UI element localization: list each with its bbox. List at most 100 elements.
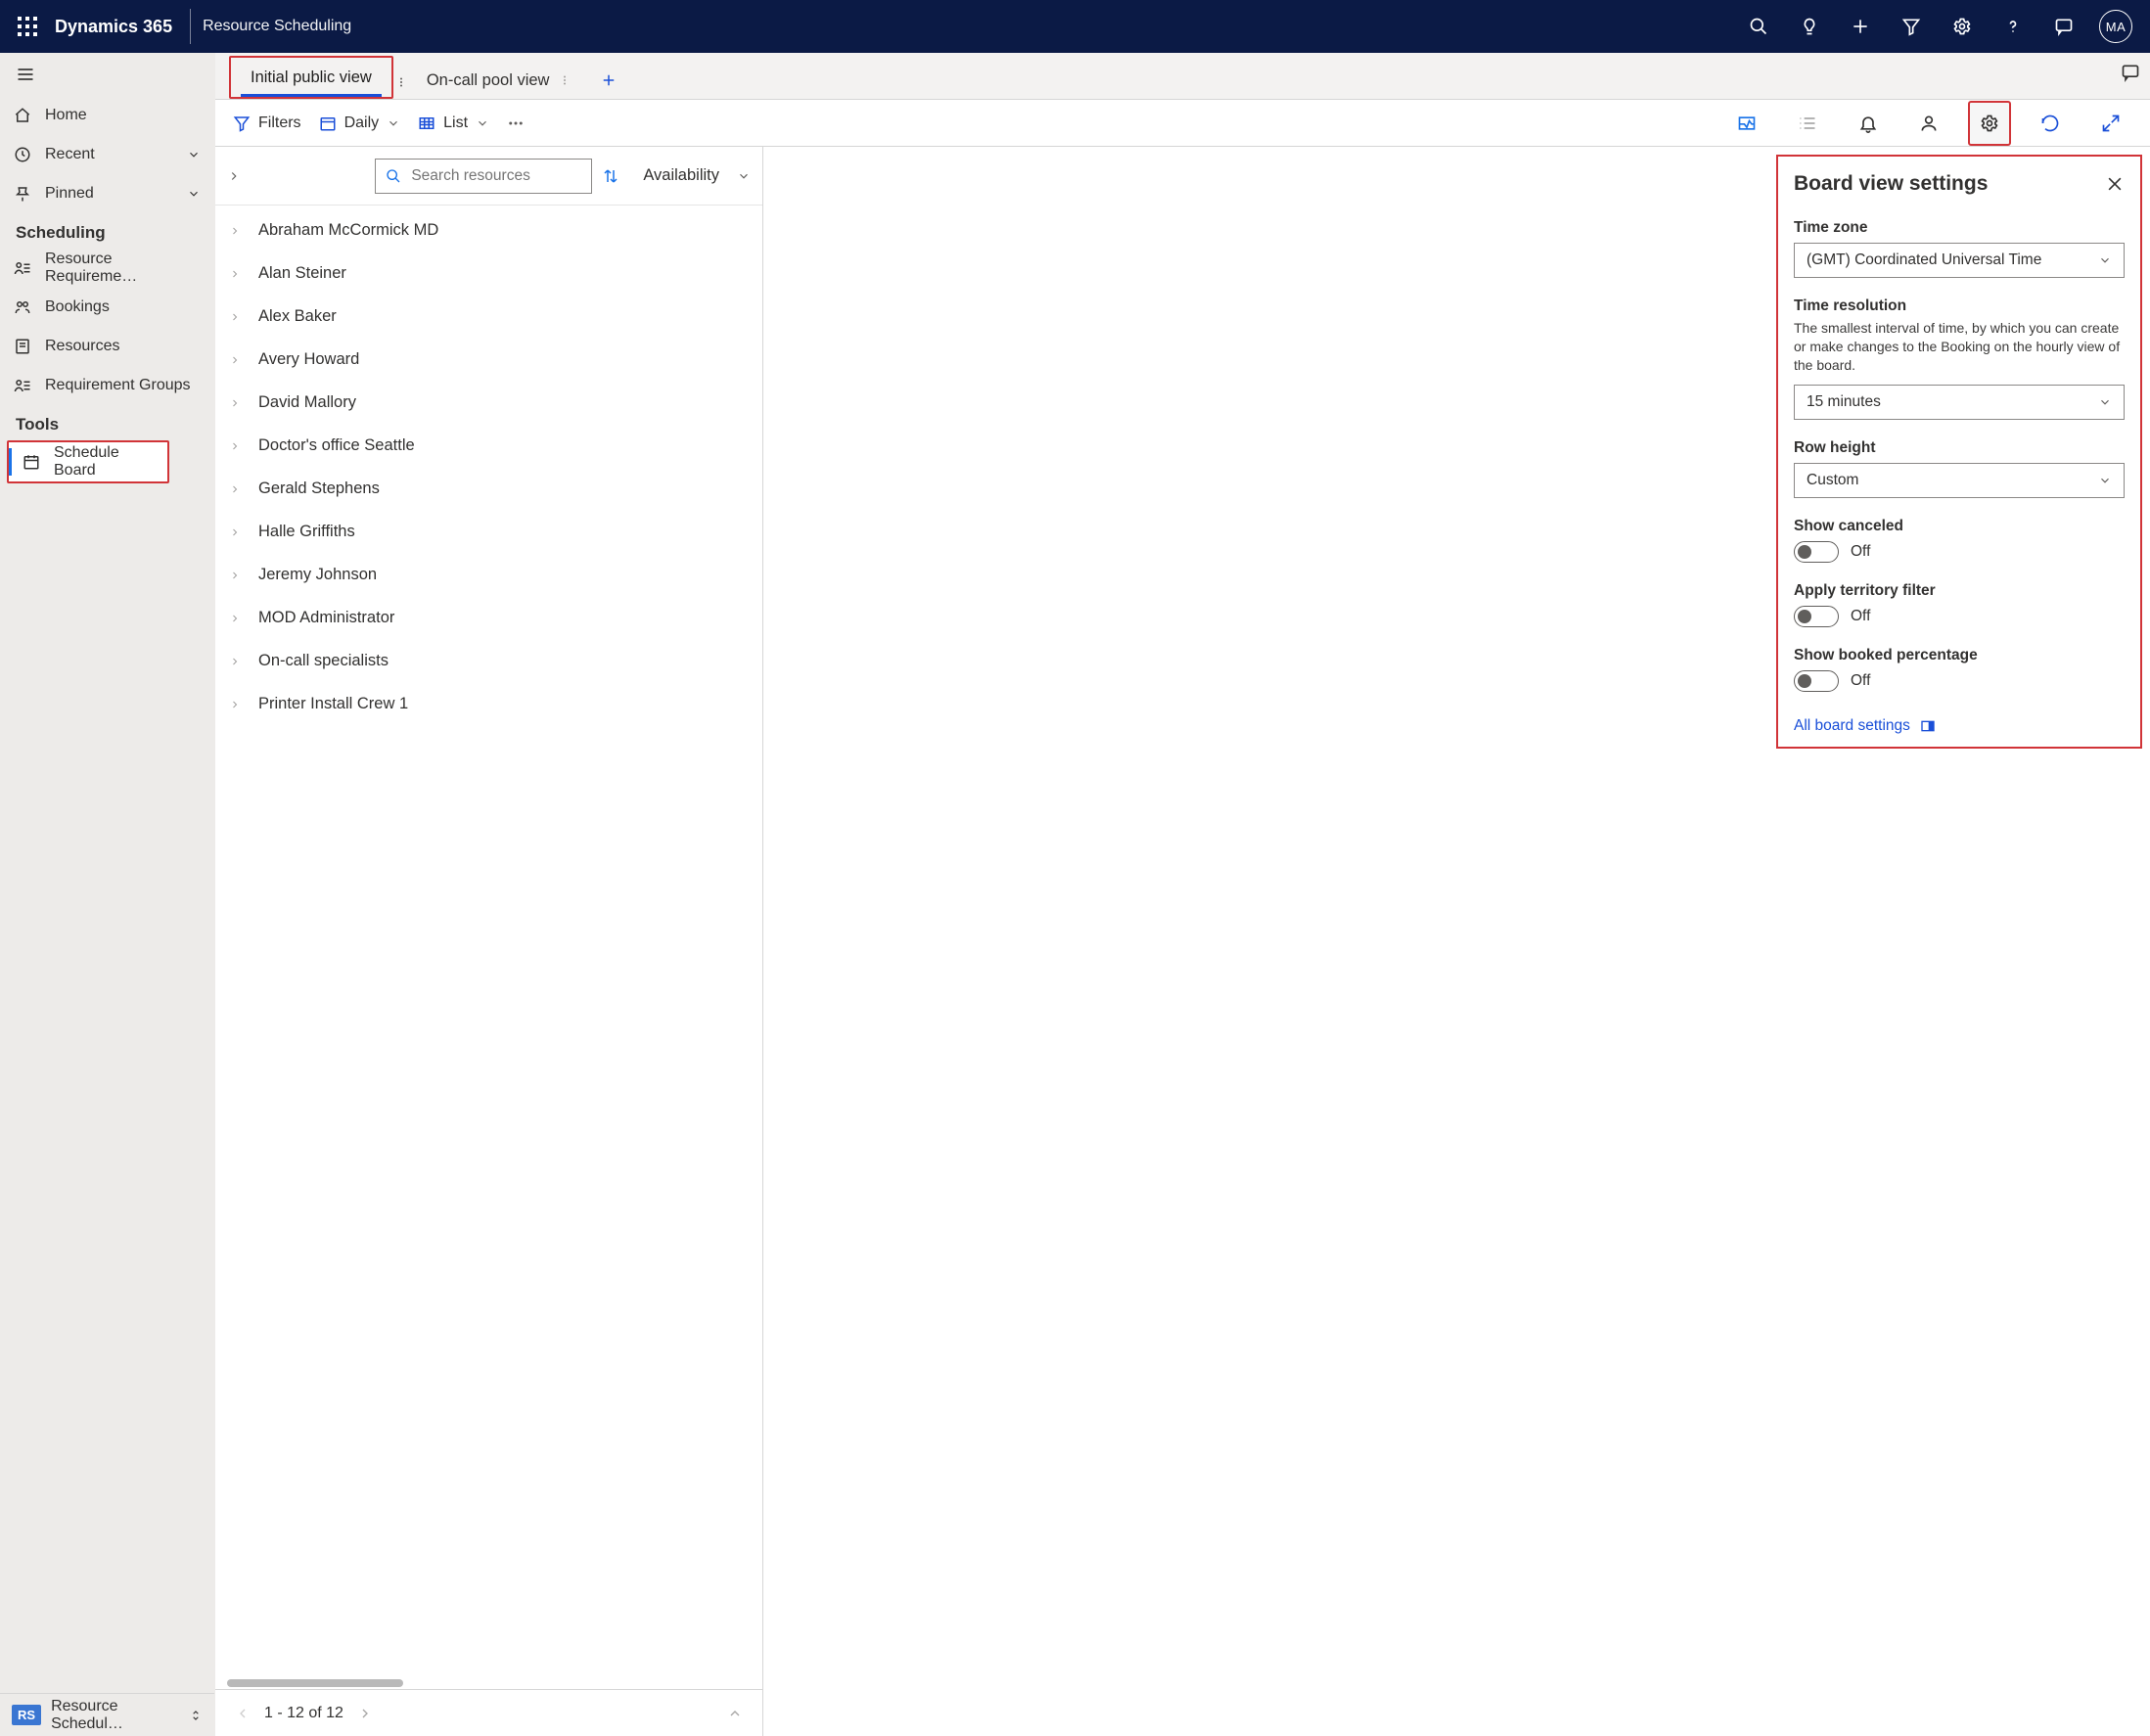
sort-dropdown[interactable]: Availability [643, 166, 751, 185]
search-resources-input[interactable] [375, 159, 592, 194]
resource-row[interactable]: Doctor's office Seattle [215, 425, 762, 468]
sidebar-footer[interactable]: RS Resource Schedul… [0, 1693, 214, 1736]
show-canceled-label: Show canceled [1794, 518, 2125, 535]
hscrollbar[interactable] [215, 1677, 762, 1689]
brand-name[interactable]: Dynamics 365 [55, 17, 172, 37]
collapse-footer-button[interactable] [719, 1698, 751, 1729]
chevron-right-icon [229, 656, 241, 667]
add-tab-button[interactable] [590, 62, 627, 99]
sidebar-item-recent[interactable]: Recent [0, 135, 214, 174]
alerts-button[interactable] [1847, 101, 1890, 146]
timezone-select[interactable]: (GMT) Coordinated Universal Time [1794, 243, 2125, 278]
user-avatar[interactable]: MA [2099, 10, 2132, 43]
content-area: Initial public view On-call pool view Fi… [215, 53, 2150, 1736]
lightbulb-button[interactable] [1784, 0, 1835, 53]
gear-icon [1980, 114, 1999, 133]
resource-name: On-call specialists [258, 652, 389, 670]
people-button[interactable] [1907, 101, 1950, 146]
booked-percentage-field: Show booked percentage Off [1794, 647, 2125, 692]
chevron-down-icon [737, 169, 751, 183]
resource-row[interactable]: Gerald Stephens [215, 468, 762, 511]
calendar-board-icon [23, 453, 40, 471]
sort-label: Availability [643, 166, 719, 185]
chevron-right-icon [229, 570, 241, 581]
hamburger-icon [16, 65, 35, 84]
chat-icon [2054, 17, 2074, 36]
map-view-button[interactable] [1725, 101, 1768, 146]
tab-menu-icon[interactable] [559, 73, 571, 87]
resource-row[interactable]: Jeremy Johnson [215, 554, 762, 597]
tab-on-call-pool-view[interactable]: On-call pool view [413, 62, 585, 99]
help-button[interactable] [1988, 0, 2038, 53]
board-settings-button[interactable] [1968, 101, 2011, 146]
module-name[interactable]: Resource Scheduling [203, 18, 351, 35]
app-launcher-button[interactable] [0, 0, 55, 53]
resource-row[interactable]: Halle Griffiths [215, 511, 762, 554]
show-canceled-field: Show canceled Off [1794, 518, 2125, 563]
more-button[interactable] [507, 114, 525, 132]
resource-row[interactable]: MOD Administrator [215, 597, 762, 640]
sidebar-item-resources[interactable]: Resources [0, 327, 214, 366]
resource-row[interactable]: Alan Steiner [215, 252, 762, 296]
search-resources-field[interactable] [411, 167, 568, 185]
lightbulb-icon [1800, 17, 1819, 36]
settings-button[interactable] [1937, 0, 1988, 53]
pager-next[interactable] [349, 1698, 381, 1729]
sidebar-item-requirement-groups[interactable]: Requirement Groups [0, 366, 214, 405]
chat-button[interactable] [2038, 0, 2089, 53]
time-resolution-select[interactable]: 15 minutes [1794, 385, 2125, 420]
sidebar-item-bookings[interactable]: Bookings [0, 288, 214, 327]
chevron-down-icon [387, 116, 400, 130]
show-canceled-toggle[interactable] [1794, 541, 1839, 563]
territory-filter-state: Off [1851, 608, 1870, 625]
map-icon [1737, 114, 1757, 133]
resource-row[interactable]: Printer Install Crew 1 [215, 683, 762, 726]
chevron-right-icon [229, 354, 241, 366]
hscrollbar-thumb[interactable] [227, 1679, 403, 1687]
show-canceled-state: Off [1851, 543, 1870, 561]
chevron-right-icon[interactable] [227, 169, 241, 183]
calendar-icon [319, 114, 337, 132]
panel-chat-button[interactable] [2121, 63, 2140, 82]
board-canvas[interactable]: Board view settings Time zone (GMT) Coor… [763, 147, 2150, 1736]
daily-dropdown[interactable]: Daily [319, 114, 401, 132]
row-height-select[interactable]: Custom [1794, 463, 2125, 498]
resource-row[interactable]: On-call specialists [215, 640, 762, 683]
chevron-left-icon [235, 1706, 251, 1721]
resource-row[interactable]: Abraham McCormick MD [215, 209, 762, 252]
expand-button[interactable] [2089, 101, 2132, 146]
gear-icon [1952, 17, 1972, 36]
waffle-icon [18, 17, 37, 36]
resource-row[interactable]: Avery Howard [215, 339, 762, 382]
resource-row[interactable]: David Mallory [215, 382, 762, 425]
sidebar-toggle[interactable] [0, 53, 214, 96]
sort-swap-icon[interactable] [602, 167, 619, 185]
pager-prev[interactable] [227, 1698, 258, 1729]
filters-button[interactable]: Filters [233, 114, 301, 132]
tab-menu-icon[interactable] [395, 75, 407, 89]
list-view-button[interactable] [1786, 101, 1829, 146]
sidebar-item-label: Resource Requireme… [45, 251, 201, 286]
filters-label: Filters [258, 114, 301, 132]
resource-row[interactable]: Alex Baker [215, 296, 762, 339]
search-button[interactable] [1733, 0, 1784, 53]
sidebar-item-pinned[interactable]: Pinned [0, 174, 214, 213]
refresh-button[interactable] [2029, 101, 2072, 146]
all-board-settings-link[interactable]: All board settings [1794, 717, 2125, 735]
close-settings-button[interactable] [2105, 174, 2125, 194]
timezone-field: Time zone (GMT) Coordinated Universal Ti… [1794, 219, 2125, 278]
resource-list[interactable]: Abraham McCormick MDAlan SteinerAlex Bak… [215, 206, 762, 1677]
refresh-icon [2040, 114, 2060, 133]
tab-initial-public-view[interactable]: Initial public view [237, 59, 386, 96]
daily-label: Daily [344, 114, 380, 132]
filter-button[interactable] [1886, 0, 1937, 53]
sidebar-item-home[interactable]: Home [0, 96, 214, 135]
booked-percentage-toggle[interactable] [1794, 670, 1839, 692]
territory-filter-toggle[interactable] [1794, 606, 1839, 627]
sidebar-item-schedule-board[interactable]: Schedule Board [9, 442, 167, 481]
timezone-value: (GMT) Coordinated Universal Time [1807, 251, 2041, 269]
sidebar-item-requirements[interactable]: Resource Requireme… [0, 249, 214, 288]
people-list-icon [14, 377, 31, 394]
list-dropdown[interactable]: List [418, 114, 489, 132]
add-button[interactable] [1835, 0, 1886, 53]
